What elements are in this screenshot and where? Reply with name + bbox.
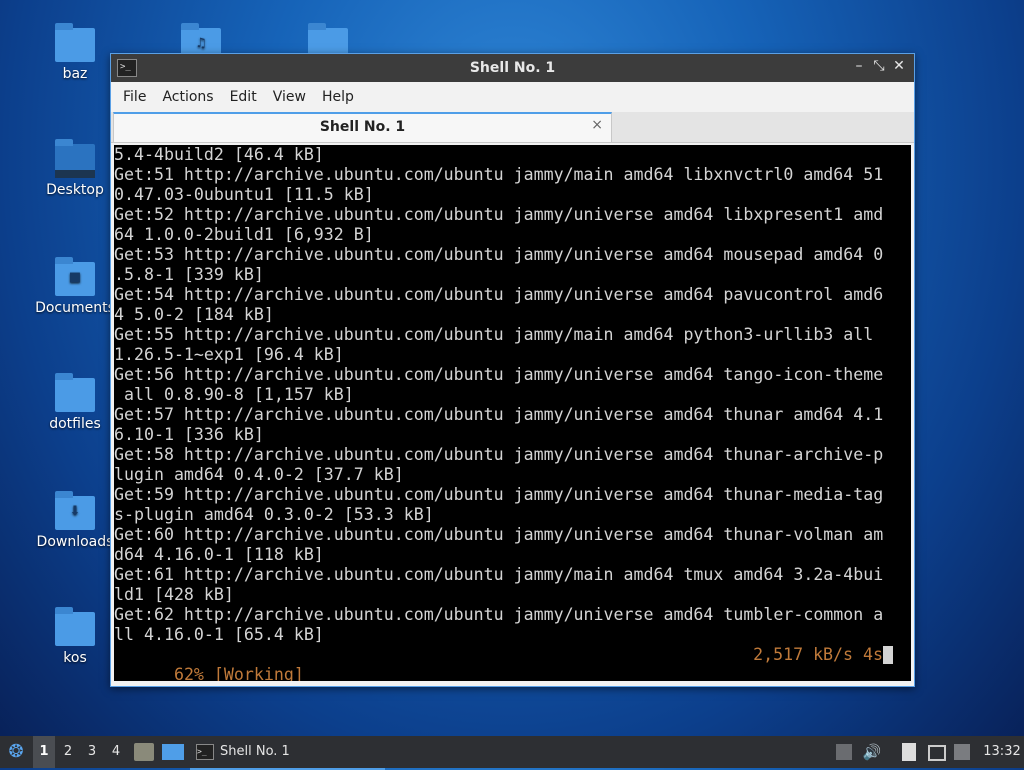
network-icon[interactable]	[928, 745, 946, 761]
terminal-line: ll 4.16.0-1 [65.4 kB]	[114, 625, 324, 644]
show-desktop-icon[interactable]	[162, 744, 184, 760]
menu-bar: File Actions Edit View Help	[111, 82, 914, 112]
workspace-2[interactable]: 2	[57, 736, 79, 768]
terminal-line: Get:61 http://archive.ubuntu.com/ubuntu …	[114, 565, 884, 584]
keyboard-icon[interactable]	[836, 744, 852, 760]
terminal-line: 6.10-1 [336 kB]	[114, 425, 264, 444]
desktop-icon-kos[interactable]: kos	[30, 607, 120, 666]
desktop-icon-downloads[interactable]: ⬇ Downloads	[30, 491, 120, 550]
workspace-3[interactable]: 3	[81, 736, 103, 768]
maximize-button[interactable]: ⤡	[870, 58, 888, 74]
app-menu-icon[interactable]: ❂	[4, 736, 28, 768]
menu-file[interactable]: File	[115, 89, 154, 105]
terminal-cursor	[883, 646, 893, 664]
terminal-line: Get:55 http://archive.ubuntu.com/ubuntu …	[114, 325, 874, 344]
desktop-folder-icon	[55, 139, 95, 178]
terminal-line: .5.8-1 [339 kB]	[114, 265, 264, 284]
terminal-line: all 0.8.90-8 [1,157 kB]	[114, 385, 354, 404]
terminal-line: 0.47.03-0ubuntu1 [11.5 kB]	[114, 185, 374, 204]
terminal-line: lugin amd64 0.4.0-2 [37.7 kB]	[114, 465, 404, 484]
folder-icon	[55, 607, 95, 646]
terminal-line: Get:51 http://archive.ubuntu.com/ubuntu …	[114, 165, 884, 184]
notification-icon[interactable]	[954, 744, 970, 760]
close-button[interactable]: ✕	[890, 58, 908, 74]
file-manager-icon[interactable]	[134, 743, 154, 761]
tab-shell-1[interactable]: Shell No. 1 ×	[113, 112, 612, 142]
taskbar-shell-button[interactable]: >_ Shell No. 1	[190, 736, 385, 770]
folder-icon	[55, 373, 95, 412]
terminal-line: Get:60 http://archive.ubuntu.com/ubuntu …	[114, 525, 884, 544]
desktop-icon-label: Documents	[35, 300, 115, 316]
downloads-folder-icon: ⬇	[55, 491, 95, 530]
terminal-line: Get:57 http://archive.ubuntu.com/ubuntu …	[114, 405, 884, 424]
desktop-icon-label: Desktop	[46, 182, 104, 198]
minimize-button[interactable]: –	[850, 58, 868, 74]
desktop-icon-label: Downloads	[36, 534, 114, 550]
terminal-line: d64 4.16.0-1 [118 kB]	[114, 545, 324, 564]
clipboard-icon[interactable]	[902, 743, 916, 761]
desktop-icon-desktop[interactable]: Desktop	[30, 139, 120, 198]
desktop-icon-dotfiles[interactable]: dotfiles	[30, 373, 120, 432]
desktop-icon-documents[interactable]: ■ Documents	[30, 257, 120, 316]
title-bar[interactable]: >_ Shell No. 1 – ⤡ ✕	[111, 54, 914, 82]
taskbar-task-label: Shell No. 1	[220, 744, 290, 759]
apt-progress: 62% [Working]	[173, 665, 304, 681]
terminal-output[interactable]: 5.4-4build2 [46.4 kB] Get:51 http://archi…	[114, 145, 911, 681]
menu-help[interactable]: Help	[314, 89, 362, 105]
menu-actions[interactable]: Actions	[154, 89, 221, 105]
workspace-1[interactable]: 1	[33, 736, 55, 768]
tab-bar: Shell No. 1 ×	[111, 112, 914, 143]
menu-edit[interactable]: Edit	[222, 89, 265, 105]
apt-speed: 2,517 kB/s 4s	[753, 645, 883, 664]
desktop-icon-label: kos	[63, 650, 87, 666]
volume-icon[interactable]: 🔊	[862, 736, 882, 768]
desktop-icon-label: dotfiles	[49, 416, 101, 432]
terminal-line: 1.26.5-1~exp1 [96.4 kB]	[114, 345, 344, 364]
terminal-line: Get:59 http://archive.ubuntu.com/ubuntu …	[114, 485, 884, 504]
tab-close-icon[interactable]: ×	[591, 117, 603, 133]
terminal-line: 5.4-4build2 [46.4 kB]	[114, 145, 324, 164]
documents-folder-icon: ■	[55, 257, 95, 296]
terminal-line: 4 5.0-2 [184 kB]	[114, 305, 274, 324]
window-title: Shell No. 1	[469, 60, 556, 76]
terminal-line: Get:52 http://archive.ubuntu.com/ubuntu …	[114, 205, 884, 224]
terminal-line: Get:58 http://archive.ubuntu.com/ubuntu …	[114, 445, 884, 464]
clock[interactable]: 13:32	[982, 736, 1022, 768]
folder-icon	[55, 23, 95, 62]
desktop-icon-baz[interactable]: baz	[30, 23, 120, 82]
terminal-line: Get:54 http://archive.ubuntu.com/ubuntu …	[114, 285, 884, 304]
terminal-line: ld1 [428 kB]	[114, 585, 234, 604]
taskbar: ❂ 1 2 3 4 >_ Shell No. 1 🔊 13:32	[0, 736, 1024, 770]
desktop-icon-label: baz	[62, 66, 88, 82]
terminal-line: Get:56 http://archive.ubuntu.com/ubuntu …	[114, 365, 884, 384]
terminal-window: >_ Shell No. 1 – ⤡ ✕ File Actions Edit V…	[110, 53, 915, 687]
apt-status-line: 62% [Working] 2,517 kB/s 4s	[114, 645, 911, 681]
terminal-line: s-plugin amd64 0.3.0-2 [53.3 kB]	[114, 505, 434, 524]
terminal-line: Get:62 http://archive.ubuntu.com/ubuntu …	[114, 605, 884, 624]
terminal-icon: >_	[196, 743, 214, 760]
terminal-line: Get:53 http://archive.ubuntu.com/ubuntu …	[114, 245, 884, 264]
terminal-line: 64 1.0.0-2build1 [6,932 B]	[114, 225, 374, 244]
menu-view[interactable]: View	[265, 89, 314, 105]
workspace-4[interactable]: 4	[105, 736, 127, 768]
tab-label: Shell No. 1	[319, 119, 406, 135]
